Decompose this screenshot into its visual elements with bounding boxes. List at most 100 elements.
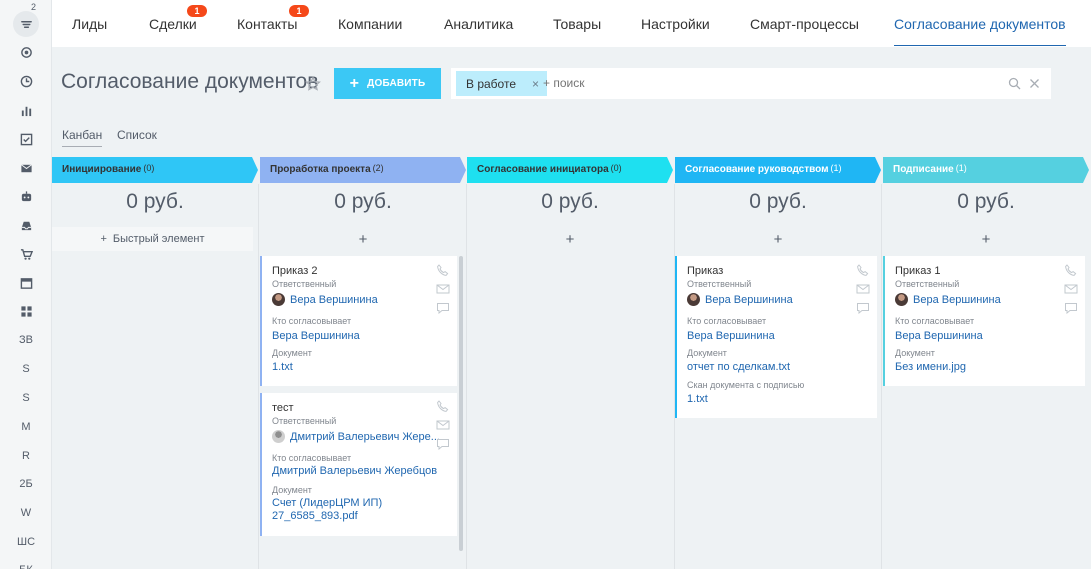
checkbox-icon [20, 133, 32, 145]
mail-icon[interactable] [856, 283, 870, 295]
card-approver[interactable]: Вера Вершинина [895, 330, 983, 342]
rail-inbox[interactable] [0, 211, 52, 239]
add-item-button[interactable]: + [260, 231, 466, 248]
phone-icon[interactable] [856, 264, 870, 276]
rail-activity[interactable] [0, 38, 52, 66]
card-field-label: Ответственный [895, 279, 960, 289]
phone-icon[interactable] [436, 264, 450, 276]
card-responsible[interactable]: Вера Вершинина [687, 293, 793, 306]
kanban-card[interactable]: Приказ 1 Ответственный Вера Вершинина Кт… [883, 256, 1085, 386]
rail-entity-8[interactable]: БК [0, 556, 52, 569]
clock-icon [20, 75, 32, 87]
tab-kanban[interactable]: Канбан [62, 128, 103, 147]
chat-icon[interactable] [436, 438, 450, 450]
stage-title: Проработка проекта (2) [270, 163, 384, 175]
kanban-card[interactable]: Приказ 2 Ответственный Вера Вершинина Кт… [260, 256, 457, 386]
rail-entity-6[interactable]: W [0, 499, 52, 527]
quick-add-button[interactable]: + Быстрый элемент [52, 227, 253, 251]
filter-icon [13, 11, 39, 37]
card-document-link[interactable]: 1.txt [272, 361, 293, 373]
card-title[interactable]: Приказ 2 [272, 265, 317, 277]
robot-icon [21, 190, 31, 201]
chat-icon[interactable] [1064, 302, 1078, 314]
chip-remove-icon[interactable]: × [532, 77, 539, 91]
card-approver[interactable]: Вера Вершинина [687, 330, 775, 342]
user-name: Вера Вершинина [913, 293, 1001, 306]
rail-entity-1[interactable]: S [0, 355, 52, 383]
card-field-label: Документ [687, 348, 727, 358]
add-button[interactable]: + ДОБАВИТЬ [334, 68, 441, 99]
nav-label: Аналитика [444, 16, 514, 32]
menu-toggle[interactable] [0, 10, 52, 38]
card-document-link[interactable]: Без имени.jpg [895, 361, 966, 373]
card-approver[interactable]: Вера Вершинина [272, 330, 360, 342]
rail-apps[interactable] [0, 297, 52, 325]
add-item-button[interactable]: + [467, 231, 673, 248]
phone-icon[interactable] [1064, 264, 1078, 276]
rail-entity-0[interactable]: ЗВ [0, 326, 52, 354]
filter-chip[interactable]: В работе × [456, 71, 548, 96]
card-title[interactable]: Приказ [687, 265, 723, 277]
card-responsible[interactable]: Дмитрий Валерьевич Жере... [272, 430, 440, 443]
stage-count: (0) [610, 163, 622, 173]
card-document-link[interactable]: Счет (ЛидерЦРМ ИП) [272, 497, 382, 509]
nav-leads[interactable]: Лиды [72, 0, 107, 47]
nav-contacts[interactable]: Контакты 1 [237, 0, 309, 47]
column-divider [258, 184, 259, 569]
card-document-link[interactable]: отчет по сделкам.txt [687, 361, 790, 373]
search-input[interactable] [543, 76, 943, 90]
kanban-card[interactable]: тест Ответственный Дмитрий Валерьевич Же… [260, 393, 457, 536]
left-rail: 2 ЗВ S S M R 2Б W ШС БК [0, 0, 52, 569]
star-icon[interactable] [305, 76, 321, 92]
stage-sum: 0 руб. [334, 190, 392, 213]
mail-icon[interactable] [436, 283, 450, 295]
card-scan-link[interactable]: 1.txt [687, 393, 708, 405]
nav-smart-processes[interactable]: Смарт-процессы [750, 0, 859, 47]
column-scrollbar[interactable] [459, 256, 463, 551]
nav-doc-approval[interactable]: Согласование документов [894, 0, 1066, 47]
rail-entity-5[interactable]: 2Б [0, 470, 52, 498]
filter-search-bar[interactable]: В работе × [451, 68, 1051, 99]
mail-icon[interactable] [436, 419, 450, 431]
rail-entity-4[interactable]: R [0, 442, 52, 470]
card-field-label: Ответственный [272, 416, 337, 426]
clear-icon[interactable] [1028, 77, 1041, 90]
rail-entity-2[interactable]: S [0, 384, 52, 412]
rail-entity-7[interactable]: ШС [0, 528, 52, 556]
card-approver[interactable]: Дмитрий Валерьевич Жеребцов [272, 465, 437, 477]
card-field-label: Кто согласовывает [687, 316, 767, 326]
tab-list[interactable]: Список [117, 128, 157, 142]
card-document-link[interactable]: 27_6585_893.pdf [272, 510, 358, 522]
card-title[interactable]: тест [272, 402, 294, 414]
stage-title: Инициирование (0) [62, 163, 155, 175]
rail-mail[interactable] [0, 154, 52, 182]
rail-analytics[interactable] [0, 96, 52, 124]
card-responsible[interactable]: Вера Вершинина [272, 293, 378, 306]
kanban-card[interactable]: Приказ Ответственный Вера Вершинина Кто … [675, 256, 877, 418]
filter-chip-label: В работе [466, 76, 517, 91]
stage-sum: 0 руб. [126, 190, 184, 213]
card-title[interactable]: Приказ 1 [895, 265, 940, 277]
phone-icon[interactable] [436, 400, 450, 412]
rail-clock[interactable] [0, 67, 52, 95]
nav-products[interactable]: Товары [553, 0, 601, 47]
chat-icon[interactable] [856, 302, 870, 314]
rail-robot[interactable] [0, 182, 52, 210]
nav-analytics[interactable]: Аналитика [444, 0, 513, 47]
chat-icon[interactable] [436, 302, 450, 314]
rail-tasks[interactable] [0, 125, 52, 153]
card-responsible[interactable]: Вера Вершинина [895, 293, 1001, 306]
stage-sum: 0 руб. [541, 190, 599, 213]
page-title: Согласование документов [61, 70, 319, 93]
add-item-button[interactable]: + [675, 231, 881, 248]
nav-companies[interactable]: Компании [338, 0, 402, 47]
nav-settings[interactable]: Настройки [641, 0, 710, 47]
rail-entity-3[interactable]: M [0, 413, 52, 441]
rail-shop[interactable] [0, 240, 52, 268]
mail-icon[interactable] [1064, 283, 1078, 295]
nav-deals[interactable]: Сделки 1 [149, 0, 207, 47]
rail-window[interactable] [0, 269, 52, 297]
search-icon[interactable] [1008, 77, 1021, 90]
add-item-button[interactable]: + [883, 231, 1089, 248]
top-nav: Лиды Сделки 1 Контакты 1 Компании Аналитик… [52, 0, 1091, 47]
